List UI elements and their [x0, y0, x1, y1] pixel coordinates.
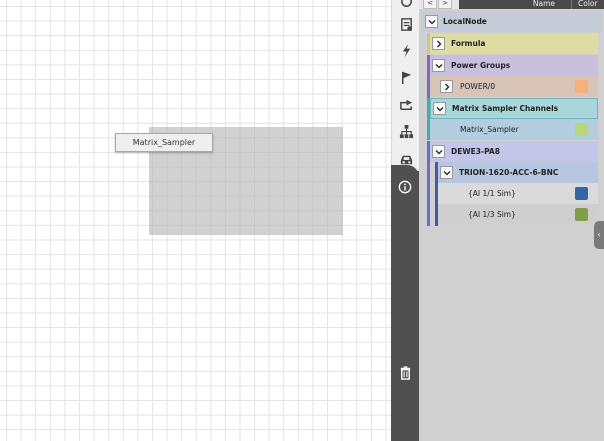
chevron-right-icon[interactable]	[440, 80, 453, 93]
tree-node-label: {AI 1/1 Sim}	[468, 189, 516, 198]
matrix-sampler-widget-title[interactable]: Matrix_Sampler	[115, 133, 213, 152]
column-header-name[interactable]: Name	[459, 0, 571, 9]
chevron-down-icon[interactable]	[432, 59, 445, 72]
hierarchy-icon[interactable]	[392, 118, 420, 144]
tree-node-label: TRION-1620-ACC-6-BNC	[459, 168, 559, 177]
color-swatch[interactable]	[575, 208, 588, 221]
info-icon[interactable]	[391, 176, 419, 198]
chevron-right-icon[interactable]	[432, 37, 445, 50]
flag-icon[interactable]	[392, 64, 420, 90]
tree-node-matrix-sampler[interactable]: Matrix_Sampler	[430, 119, 598, 140]
lightning-icon[interactable]	[392, 37, 420, 63]
report-icon[interactable]	[392, 11, 420, 37]
collapse-panel-tab[interactable]: ‹	[594, 221, 604, 249]
tree-node-ai1-3[interactable]: {AI 1/3 Sim}	[438, 204, 598, 225]
tree-node-power0[interactable]: POWER/0	[430, 76, 598, 97]
tree-node-label: DEWE3-PA8	[451, 147, 500, 156]
chevron-down-icon[interactable]	[440, 166, 453, 179]
tree-node-label: POWER/0	[460, 82, 496, 91]
tree-node-matrix-sampler-channels[interactable]: Matrix Sampler Channels	[430, 98, 598, 119]
color-swatch[interactable]	[575, 80, 588, 93]
share-icon[interactable]	[392, 91, 420, 117]
nav-back-button[interactable]: <	[423, 0, 437, 9]
tree-node-ai1-1[interactable]: {AI 1/1 Sim}	[438, 183, 598, 204]
tree-node-formula[interactable]: Formula	[430, 33, 598, 54]
panel-header: < > Name Color	[419, 0, 604, 9]
tree-node-label: {AI 1/3 Sim}	[468, 210, 516, 219]
nav-forward-button[interactable]: >	[438, 0, 452, 9]
tree-node-label: Power Groups	[451, 61, 511, 70]
chevron-down-icon[interactable]	[432, 145, 445, 158]
tree-node-localnode[interactable]: LocalNode	[421, 11, 602, 32]
color-swatch[interactable]	[575, 187, 588, 200]
chevron-down-icon[interactable]	[433, 102, 446, 115]
tree-node-power-groups[interactable]: Power Groups	[430, 55, 598, 76]
channel-tree-panel: LocalNode Formula Power Groups POWER/0 M…	[419, 0, 604, 441]
tree-node-label: Matrix_Sampler	[460, 125, 519, 134]
chevron-down-icon[interactable]	[425, 15, 438, 28]
tree-node-trion[interactable]: TRION-1620-ACC-6-BNC	[438, 162, 598, 183]
chevron-left-icon: ‹	[597, 230, 601, 239]
color-swatch[interactable]	[575, 123, 588, 136]
column-header-color[interactable]: Color	[571, 0, 604, 9]
toolbar-active-strip	[391, 165, 419, 441]
tree-node-label: Matrix Sampler Channels	[452, 104, 559, 113]
trash-icon[interactable]	[391, 360, 419, 384]
tree-node-dewe3-pa8[interactable]: DEWE3-PA8	[430, 141, 598, 162]
tree-node-label: LocalNode	[443, 17, 487, 26]
design-canvas[interactable]: Matrix_Sampler	[0, 0, 391, 441]
tree-node-label: Formula	[451, 39, 486, 48]
